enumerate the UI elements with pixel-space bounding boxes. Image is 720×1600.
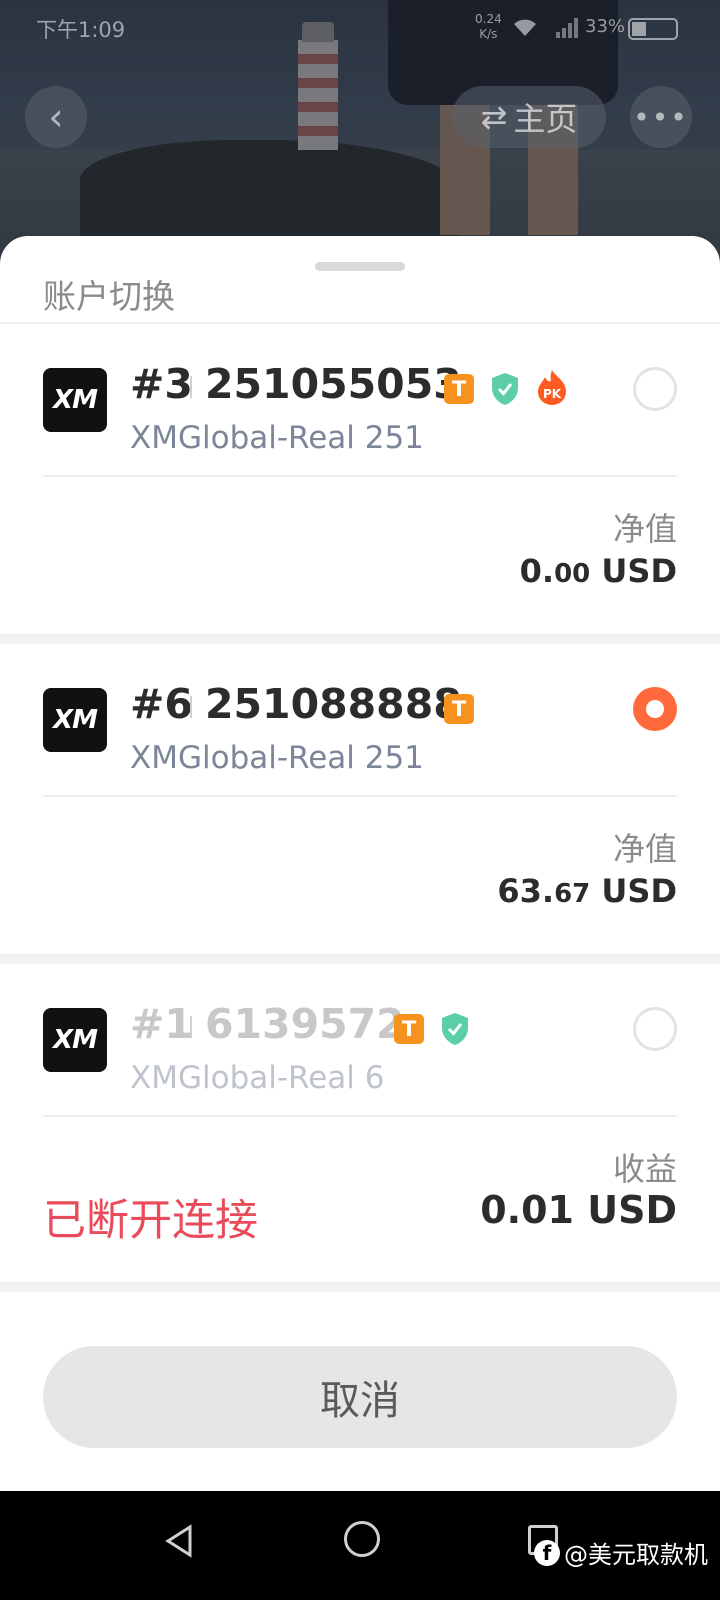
more-dots-icon: ••• [633,100,689,134]
separator [190,376,192,398]
divider [43,795,677,797]
equity-label: 净值 [612,510,677,548]
account-index: #1 [130,1000,193,1048]
cancel-button[interactable]: 取消 [43,1346,677,1448]
account-card[interactable]: XM #1 6139572 T XMGlobal-Real 6 收益 已断开连接… [0,964,720,1282]
chevron-left-icon: ‹ [48,95,64,139]
home-button[interactable]: ⇄ 主页 [452,86,606,148]
account-radio[interactable] [633,1007,677,1051]
account-card[interactable]: XM #6 251088888 T XMGlobal-Real 251 净值 6… [0,644,720,954]
home-label: 主页 [513,100,578,138]
system-nav-bar: f @美元取款机 [0,1491,720,1600]
section-gap [0,1282,720,1292]
account-radio-selected[interactable] [633,687,677,731]
section-gap [0,954,720,964]
account-card[interactable]: XM #3 251055053 T PK XMGlobal-Real 251 净… [0,324,720,634]
xm-logo-icon: XM [43,688,107,752]
disconnected-status: 已断开连接 [43,1196,258,1246]
more-button[interactable]: ••• [630,86,692,148]
sheet-title: 账户切换 [43,277,175,316]
status-time: 下午1:09 [36,18,126,42]
t-badge-icon: T [394,1014,424,1044]
account-radio[interactable] [633,367,677,411]
account-number: 251055053 [205,360,462,408]
shield-verified-icon [442,1013,468,1045]
shield-verified-icon [492,373,518,405]
separator [190,1016,192,1038]
nav-back-icon[interactable] [160,1521,200,1561]
equity-label: 净值 [612,830,677,868]
drag-handle[interactable] [315,262,405,271]
pk-fire-icon: PK [538,370,566,405]
account-index: #6 [130,680,193,728]
battery-icon [628,18,678,40]
facebook-icon: f [534,1539,560,1566]
divider [43,475,677,477]
t-badge-icon: T [444,374,474,404]
watermark-text: @美元取款机 [564,1541,708,1569]
back-button[interactable]: ‹ [25,86,87,148]
t-badge-icon: T [444,694,474,724]
svg-text:PK: PK [543,387,562,401]
swap-arrows-icon: ⇄ [480,98,508,136]
battery-percent: 33% [585,16,626,37]
account-number: 251088888 [205,680,462,728]
xm-logo-icon: XM [43,1008,107,1072]
nav-home-icon[interactable] [344,1521,380,1557]
xm-logo-icon: XM [43,368,107,432]
equity-value: 63.67 USD [497,872,677,910]
separator [190,696,192,718]
net-speed: 0.24 K/s [475,12,502,41]
account-server: XMGlobal-Real 6 [130,1060,385,1096]
status-bar: 下午1:09 0.24 K/s 33% [0,0,720,56]
account-server: XMGlobal-Real 251 [130,740,424,776]
section-gap [0,634,720,644]
account-server: XMGlobal-Real 251 [130,420,424,456]
divider [43,1115,677,1117]
wifi-icon [514,19,536,36]
account-number: 6139572 [205,1000,405,1048]
watermark: f @美元取款机 [534,1535,708,1570]
profit-value: 0.01 USD [480,1188,677,1232]
account-index: #3 [130,360,193,408]
signal-icon [556,18,578,38]
equity-value: 0.00 USD [519,552,677,590]
profit-label: 收益 [612,1150,677,1188]
